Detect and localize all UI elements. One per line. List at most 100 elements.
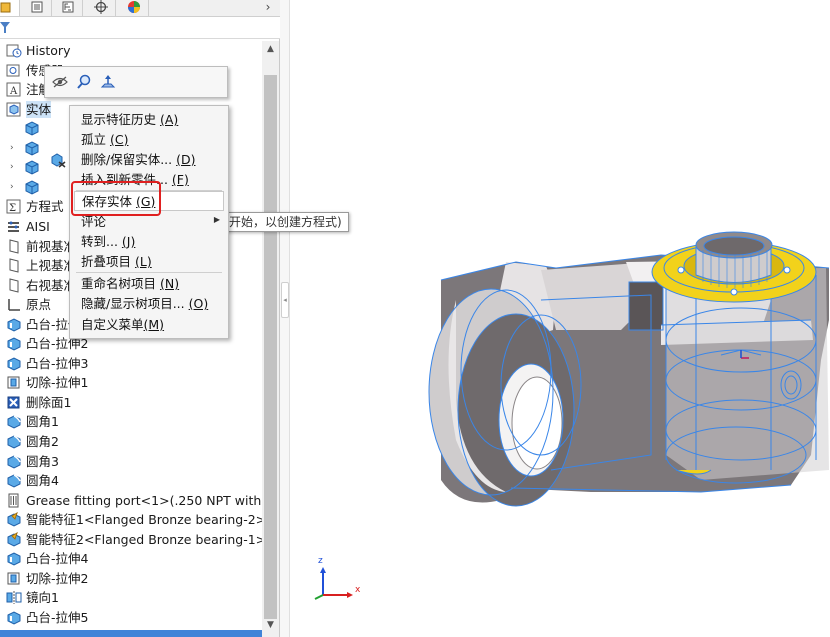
plane-icon — [6, 258, 22, 273]
tree-item-label: 凸台-拉伸3 — [26, 355, 89, 371]
tree-item[interactable]: History — [0, 41, 262, 60]
tree-item[interactable]: 圆角4 — [0, 471, 262, 490]
menu-item-text: 重命名树项目 — [81, 276, 160, 291]
tree-item[interactable]: 圆角2 — [0, 432, 262, 451]
context-menu-item[interactable]: 转到... (J) — [70, 232, 228, 252]
cut-extrude-icon — [6, 375, 22, 390]
tree-item[interactable]: 凸台-拉伸3 — [0, 354, 262, 373]
fillet-icon — [6, 454, 22, 469]
fillet-icon — [6, 414, 22, 429]
tree-expander-icon[interactable] — [10, 122, 18, 134]
cut-extrude-icon — [6, 571, 22, 586]
equation-tooltip: 开始，以创建方程式) — [222, 212, 349, 232]
property-list-icon — [30, 0, 44, 17]
manager-tab-strip: › — [0, 0, 280, 17]
body-icon — [24, 160, 40, 175]
tree-item-label: Grease fitting port<1>(.250 NPT with C' — [26, 492, 262, 508]
body-icon — [24, 121, 40, 136]
history-icon — [6, 43, 22, 58]
tab-feature-manager[interactable] — [0, 0, 20, 16]
menu-item-text: 隐藏/显示树项目... — [81, 296, 189, 311]
graphics-viewport[interactable]: z x — [291, 0, 830, 637]
menu-item-label: 自定义菜单(M) — [81, 317, 164, 333]
tree-item[interactable]: 镜向1 — [0, 588, 262, 607]
zoom-to-selection-button[interactable] — [74, 73, 94, 93]
menu-item-text: 删除/保留实体... — [81, 152, 177, 167]
plane-icon — [6, 238, 22, 254]
tree-expander-icon[interactable]: › — [10, 161, 18, 173]
tree-item[interactable]: 圆角1 — [0, 412, 262, 431]
tab-scroll-right-button[interactable]: › — [262, 0, 274, 16]
menu-item-label: 转到... (J) — [81, 234, 135, 250]
triad-z-label: z — [318, 556, 323, 566]
tree-item-label: 圆角4 — [26, 473, 59, 489]
context-menu-item[interactable]: 自定义菜单(M) — [70, 315, 228, 335]
menu-item-shortcut: (F) — [171, 172, 189, 187]
normal-to-button[interactable] — [98, 73, 118, 93]
scroll-thumb[interactable] — [264, 75, 277, 619]
context-menu-item[interactable]: 显示特征历史 (A) — [70, 110, 228, 130]
tree-item[interactable]: 切除-拉伸1 — [0, 373, 262, 392]
tree-item-label: 圆角3 — [26, 453, 59, 469]
annotation-icon: A — [6, 82, 22, 97]
splitter-grip[interactable]: ◂ — [281, 282, 289, 318]
tree-item-label: 方程式 — [26, 199, 64, 215]
menu-separator — [76, 272, 222, 273]
menu-item-shortcut: (M) — [143, 317, 165, 332]
context-menu-item[interactable]: 孤立 (C) — [70, 130, 228, 150]
svg-text:A: A — [9, 86, 18, 97]
context-menu-item[interactable]: 重命名树项目 (N) — [70, 274, 228, 294]
delete-face-icon — [6, 395, 22, 410]
menu-item-text: 转到... — [81, 234, 122, 249]
hide-body-button[interactable] — [50, 73, 70, 93]
menu-item-label: 显示特征历史 (A) — [81, 112, 178, 128]
menu-item-label: 删除/保留实体... (D) — [81, 152, 196, 168]
tree-item-label: AISI — [26, 218, 50, 234]
crosshair-icon — [93, 0, 108, 17]
plane-icon — [6, 277, 22, 293]
annotation-red-highlight — [71, 181, 161, 216]
mirror-icon — [6, 590, 22, 605]
part-model-view[interactable] — [291, 0, 830, 637]
tree-item-label: 凸台-拉伸5 — [26, 609, 89, 625]
extrude-icon — [6, 551, 22, 566]
smart-feature-icon — [6, 512, 22, 527]
tree-item[interactable]: Grease fitting port<1>(.250 NPT with C' — [0, 491, 262, 510]
tree-item[interactable]: 智能特征2<Flanged Bronze bearing-1>(D — [0, 530, 262, 549]
tree-item[interactable]: 切除-拉伸2 — [0, 569, 262, 588]
tree-item-label: 镜向1 — [26, 590, 59, 606]
panel-bottom-bar — [0, 630, 262, 637]
tree-item-label: 智能特征2<Flanged Bronze bearing-1>(D — [26, 531, 262, 547]
filter-funnel-icon[interactable] — [0, 21, 10, 37]
tree-filter-row — [0, 17, 280, 39]
tree-expander-icon[interactable]: › — [10, 142, 18, 154]
tree-item[interactable]: 凸台-拉伸5 — [0, 608, 262, 627]
context-menu-item[interactable]: 隐藏/显示树项目... (O) — [70, 294, 228, 314]
scroll-up-arrow-icon[interactable]: ▲ — [262, 41, 279, 57]
scroll-down-arrow-icon[interactable]: ▼ — [262, 617, 279, 633]
tree-expander-icon[interactable]: › — [10, 181, 18, 193]
fillet-icon — [6, 434, 22, 449]
context-quick-toolbar — [44, 66, 228, 98]
menu-item-text: 自定义菜单 — [81, 317, 144, 332]
tab-dimxpert-manager[interactable] — [86, 0, 116, 16]
tree-item-label: 圆角2 — [26, 434, 59, 449]
tree-item[interactable]: 智能特征1<Flanged Bronze bearing-2>(D — [0, 510, 262, 529]
tree-item[interactable]: 删除面1 — [0, 393, 262, 412]
menu-item-shortcut: (L) — [134, 254, 152, 269]
tab-display-manager[interactable] — [119, 0, 149, 16]
tab-property-manager[interactable] — [22, 0, 52, 16]
body-icon — [24, 180, 40, 195]
context-menu-item[interactable]: 折叠项目 (L) — [70, 252, 228, 272]
tree-scrollbar[interactable]: ▲ ▼ — [262, 41, 279, 637]
menu-item-text: 评论 — [81, 214, 107, 229]
panel-splitter[interactable]: ◂ — [280, 0, 290, 637]
solid-bodies-icon — [6, 102, 22, 117]
context-menu-item[interactable]: 删除/保留实体... (D) — [51, 150, 228, 170]
tab-configuration-manager[interactable] — [53, 0, 83, 16]
tree-item[interactable]: 凸台-拉伸4 — [0, 549, 262, 568]
tree-item-label: 圆角1 — [26, 414, 59, 430]
menu-item-text: 折叠项目 — [81, 254, 135, 269]
triad-x-label: x — [355, 585, 361, 595]
tree-item[interactable]: 圆角3 — [0, 452, 262, 471]
